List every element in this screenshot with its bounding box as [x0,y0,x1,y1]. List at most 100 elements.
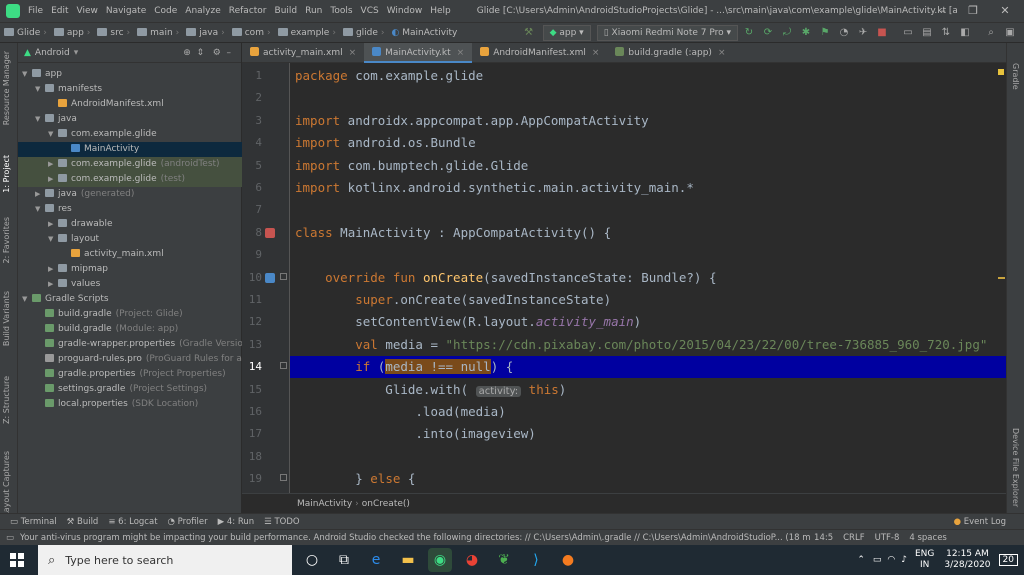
postman-icon[interactable]: ● [556,548,580,572]
code-line[interactable]: if (media !== null) { [290,356,1006,379]
tree-item[interactable]: ▼ res [18,202,242,217]
collapsed-arrow-icon[interactable]: ▶ [48,172,58,187]
edge-icon[interactable]: e [364,548,388,572]
tree-item[interactable]: activity_main.xml [18,247,242,262]
code-line[interactable]: .into(imageview) [290,423,1006,445]
expanded-arrow-icon[interactable]: ▼ [35,202,45,217]
code-line[interactable]: package com.example.glide [290,65,1006,87]
crumb-function[interactable]: onCreate() [362,499,410,509]
tool-tab-resource-manager[interactable]: Resource Manager [2,51,11,125]
task-view-icon[interactable]: ⧉ [332,548,356,572]
class-run-icon[interactable] [265,227,275,238]
minimize-button[interactable]: – [928,0,958,22]
wifi-icon[interactable]: ◠ [887,555,895,565]
device-select[interactable]: ▯ Xiaomi Redmi Note 7 Pro ▾ [596,24,738,41]
status-message[interactable]: Your anti-virus program might be impacti… [20,533,810,543]
event-log-button[interactable]: ● Event Log [954,517,1006,527]
menu-item-analyze[interactable]: Analyze [185,6,220,16]
tool-tab-gradle[interactable]: Gradle [1011,63,1020,90]
tool-tab-device-file-explorer[interactable]: Device File Explorer [1011,428,1020,507]
tree-item[interactable]: ▼ layout [18,232,242,247]
code-line[interactable]: import kotlinx.android.synthetic.main.ac… [290,177,1006,199]
tree-item[interactable]: ▼ Gradle Scripts [18,292,242,307]
menu-item-edit[interactable]: Edit [51,6,68,16]
search-icon[interactable]: ⌕ [983,25,999,41]
expanded-arrow-icon[interactable]: ▼ [48,127,58,142]
tool-tab-1-project[interactable]: 1: Project [2,155,11,193]
tool-window-terminal[interactable]: ▭ Terminal [10,517,57,527]
crumb-item[interactable]: src [97,27,124,38]
code-line[interactable] [290,446,1006,468]
code-line[interactable] [290,199,1006,221]
close-tab-icon[interactable]: × [592,48,600,58]
editor-scrollbar[interactable] [996,63,1006,493]
tree-item[interactable]: gradle.properties (Project Properties) [18,367,242,382]
menu-item-file[interactable]: File [28,6,43,16]
tool-window-profiler[interactable]: ◔ Profiler [168,517,208,527]
editor-tab[interactable]: AndroidManifest.xml × [472,43,607,63]
notifications-icon[interactable]: ▣ [1002,25,1018,41]
override-marker-icon[interactable] [265,272,275,283]
expanded-arrow-icon[interactable]: ▼ [35,82,45,97]
menu-item-build[interactable]: Build [275,6,298,16]
gear-icon[interactable]: ⚙ [213,48,221,58]
code-line[interactable]: setContentView(R.layout.activity_main) [290,311,1006,333]
crumb-item[interactable]: glide [342,27,378,38]
run-config-select[interactable]: ◆ app ▾ [542,24,591,41]
crumb-item[interactable]: Glide [4,27,40,38]
crumb-item[interactable]: example [277,27,329,38]
clock[interactable]: 12:15 AM 3/28/2020 [944,549,990,571]
chrome-icon[interactable]: ◕ [460,548,484,572]
tree-item[interactable]: ▼ com.example.glide [18,127,242,142]
menu-item-tools[interactable]: Tools [330,6,352,16]
collapsed-arrow-icon[interactable]: ▶ [48,157,58,172]
volume-icon[interactable]: ♪ [901,555,907,565]
error-stripe[interactable] [998,277,1005,279]
code-line[interactable]: super.onCreate(savedInstanceState) [290,289,1006,311]
cortana-icon[interactable]: ○ [300,548,324,572]
menu-item-window[interactable]: Window [387,6,423,16]
tree-item[interactable]: gradle-wrapper.properties (Gradle Version… [18,337,252,352]
crumb-item[interactable]: main [137,27,173,38]
chevron-down-icon[interactable]: ▾ [74,48,79,58]
code-line[interactable]: class MainActivity : AppCompatActivity()… [290,222,1006,244]
tree-item[interactable]: build.gradle (Module: app) [18,322,242,337]
code-line[interactable]: .load(media) [290,401,1006,423]
tree-item[interactable]: ▶ drawable [18,217,242,232]
hide-panel-icon[interactable]: – [227,48,232,58]
menu-item-navigate[interactable]: Navigate [106,6,146,16]
collapsed-arrow-icon[interactable]: ▶ [48,277,58,292]
tool-window-6-logcat[interactable]: ≡ 6: Logcat [108,517,157,527]
tree-item[interactable]: settings.gradle (Project Settings) [18,382,242,397]
menu-item-refactor[interactable]: Refactor [229,6,267,16]
code-line[interactable]: import com.bumptech.glide.Glide [290,155,1006,177]
profile-icon[interactable]: ◔ [836,25,852,41]
mongodb-icon[interactable]: ❦ [492,548,516,572]
code-line[interactable]: val media = "https://cdn.pixabay.com/pho… [290,334,1006,356]
close-tab-icon[interactable]: × [718,48,726,58]
close-button[interactable]: ✕ [990,0,1020,22]
language-indicator[interactable]: ENG IN [915,549,934,571]
menu-item-code[interactable]: Code [154,6,177,16]
tool-tab-z-structure[interactable]: Z: Structure [2,376,11,424]
code-line[interactable]: Glide.with( activity: this) [290,379,1006,401]
rerun-icon[interactable]: ↻ [741,25,757,41]
windows-start-icon[interactable] [10,553,24,567]
tree-item[interactable]: build.gradle (Project: Glide) [18,307,242,322]
crumb-item[interactable]: ◐ MainActivity [392,28,458,38]
fold-icon[interactable] [280,474,287,482]
file-encoding[interactable]: UTF-8 [875,533,900,543]
fold-icon[interactable] [280,272,287,280]
android-studio-icon[interactable]: ◉ [428,548,452,572]
notification-badge[interactable]: 20 [998,554,1018,566]
layout-inspector-icon[interactable]: ◧ [957,25,973,41]
maximize-button[interactable]: ❐ [958,0,988,22]
crumb-item[interactable]: java [186,27,218,38]
tree-item[interactable]: ▶ java (generated) [18,187,242,202]
crumb-class[interactable]: MainActivity [297,499,352,509]
tool-tab-layout-captures[interactable]: Layout Captures [2,451,11,517]
sdk-manager-icon[interactable]: ▤ [919,25,935,41]
close-tab-icon[interactable]: × [457,48,465,58]
line-separator[interactable]: CRLF [843,533,864,543]
tree-item[interactable]: proguard-rules.pro (ProGuard Rules for ap… [18,352,257,367]
